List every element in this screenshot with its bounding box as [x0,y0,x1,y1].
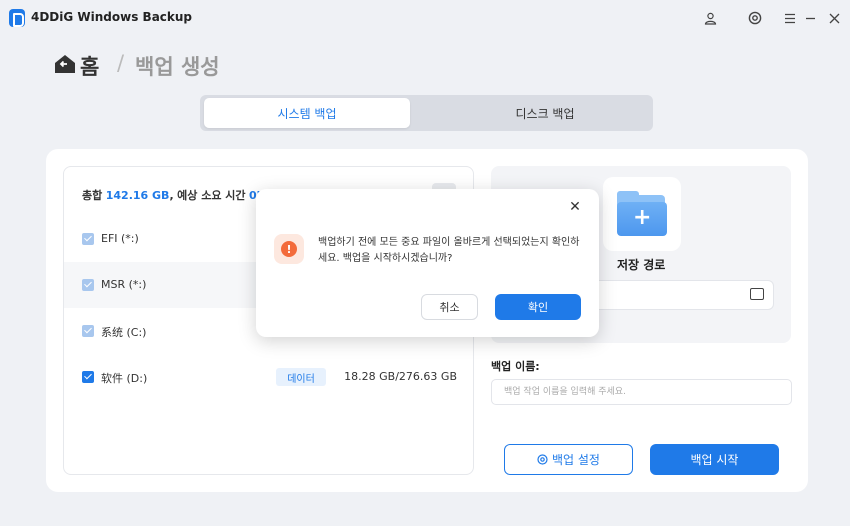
backup-name-input[interactable] [491,379,792,405]
dialog-close-icon[interactable]: ✕ [567,199,583,215]
summary-separator: , [169,189,174,202]
breadcrumb-separator: / [117,51,125,75]
partition-label: EFI (*:) [101,232,139,245]
partition-size: 18.28 GB/276.63 GB [344,370,457,383]
total-label: 총합 [82,189,103,202]
breadcrumb-home[interactable]: 홈 [80,51,99,81]
backup-name-label: 백업 이름: [491,360,540,373]
storage-folder-button[interactable]: + [603,177,681,251]
cancel-button[interactable]: 취소 [421,294,478,320]
home-back-icon[interactable] [54,53,76,75]
partition-row: 软件 (D:) 데이터 18.28 GB/276.63 GB [64,354,473,400]
partition-checkbox[interactable] [82,325,94,337]
app-title: 4DDiG Windows Backup [31,10,193,24]
backup-type-tabs: 시스템 백업 디스크 백업 [200,95,653,131]
backup-summary: 총합 142.16 GB, 예상 소요 시간 0h 48 [82,187,284,203]
title-bar: 4DDiG Windows Backup [0,0,850,36]
settings-icon[interactable] [745,8,765,28]
partition-type-badge: 데이터 [276,368,326,386]
partition-label: MSR (*:) [101,278,147,291]
partition-label: 软件 (D:) [101,372,148,385]
close-icon[interactable] [824,8,844,28]
partition-checkbox[interactable] [82,279,94,291]
add-icon: + [633,205,652,230]
estimated-time-label: 예상 소요 시간 [177,189,246,202]
partition-label: 系统 (C:) [101,326,147,339]
partition-checkbox[interactable] [82,233,94,245]
warning-icon: ! [274,234,304,264]
tab-system-backup[interactable]: 시스템 백업 [204,98,410,128]
browse-folder-icon[interactable] [750,288,764,300]
confirm-dialog: ✕ ! 백업하기 전에 모든 중요 파일이 올바르게 선택되었는지 확인하세요.… [256,189,599,337]
start-backup-button[interactable]: 백업 시작 [650,444,779,475]
storage-path-label: 저장 경로 [617,258,666,272]
minimize-icon[interactable] [800,8,820,28]
total-size: 142.16 GB [105,189,170,202]
gear-icon [537,454,548,465]
page-title: 백업 생성 [135,55,220,79]
dialog-message: 백업하기 전에 모든 중요 파일이 올바르게 선택되었는지 확인하세요. 백업을… [318,237,580,264]
menu-icon[interactable] [780,8,800,28]
user-icon[interactable] [700,8,720,28]
app-logo-icon [9,9,25,27]
partition-checkbox[interactable] [82,371,94,383]
backup-settings-button[interactable]: 백업 설정 [504,444,633,475]
tab-disk-backup[interactable]: 디스크 백업 [442,98,648,128]
confirm-button[interactable]: 확인 [495,294,581,320]
backup-settings-label: 백업 설정 [552,453,600,467]
